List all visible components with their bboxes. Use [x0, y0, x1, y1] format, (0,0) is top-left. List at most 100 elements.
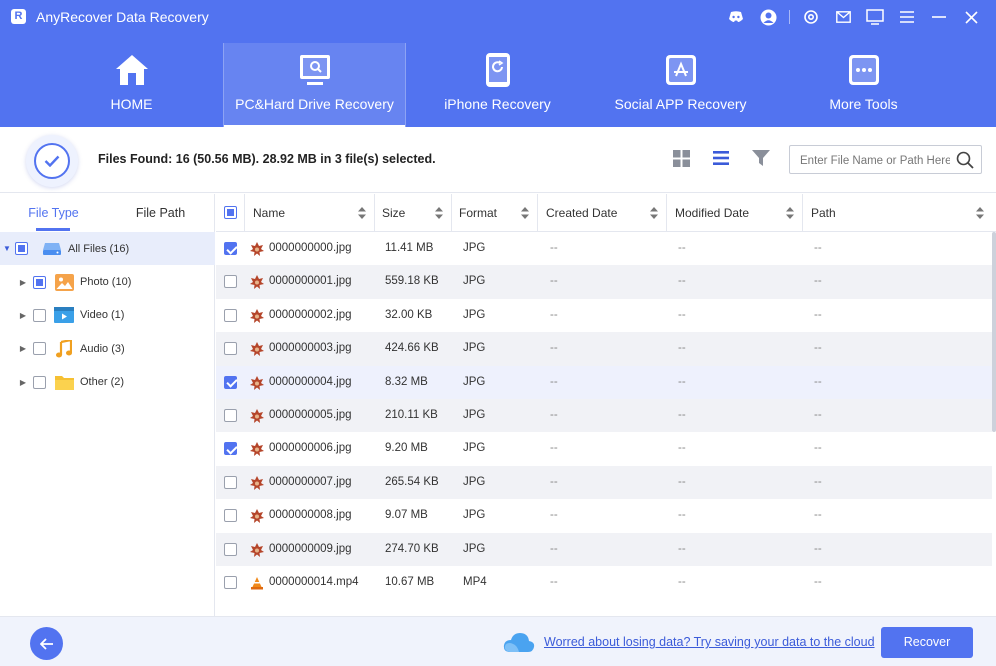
nav-tab-home[interactable]: HOME — [40, 43, 223, 127]
expand-arrow-icon[interactable]: ▶ — [19, 378, 27, 387]
close-icon[interactable] — [960, 6, 982, 28]
cell-modified: -- — [678, 408, 686, 421]
table-scrollbar[interactable] — [992, 232, 996, 432]
recover-button[interactable]: Recover — [881, 627, 973, 658]
tree-item-video[interactable]: ▶ Video (1) — [0, 299, 215, 332]
tree-checkbox[interactable] — [33, 342, 46, 356]
jpg-file-icon — [250, 275, 264, 290]
column-header-name[interactable]: Name — [245, 194, 375, 232]
row-checkbox[interactable] — [224, 542, 237, 556]
tree-item-label: Photo (10) — [80, 276, 132, 289]
photo-icon — [54, 273, 74, 291]
cell-format: MP4 — [463, 575, 487, 588]
filter-icon[interactable] — [750, 147, 772, 169]
expand-arrow-icon[interactable]: ▼ — [3, 244, 11, 253]
nav-tab-iphone-recovery[interactable]: iPhone Recovery — [406, 43, 589, 127]
table-row[interactable]: 0000000001.jpg 559.18 KB JPG -- -- -- — [216, 265, 992, 299]
jpg-file-icon — [250, 442, 264, 457]
table-row[interactable]: 0000000002.jpg 32.00 KB JPG -- -- -- — [216, 299, 992, 332]
table-row[interactable]: 0000000006.jpg 9.20 MB JPG -- -- -- — [216, 432, 992, 465]
column-header-path[interactable]: Path — [803, 194, 992, 232]
tree-item-photo[interactable]: ▶ Photo (10) — [0, 265, 215, 298]
table-row[interactable]: 0000000008.jpg 9.07 MB JPG -- -- -- — [216, 499, 992, 532]
row-checkbox[interactable] — [224, 242, 237, 255]
tab-file-type[interactable]: File Type — [0, 194, 107, 232]
tree-checkbox[interactable] — [33, 275, 46, 289]
tree-item-label: Audio (3) — [80, 342, 125, 355]
cell-path: -- — [814, 375, 822, 388]
nav-tab-more-tools[interactable]: More Tools — [772, 43, 955, 127]
row-checkbox[interactable] — [224, 275, 237, 289]
cell-size: 9.07 MB — [385, 509, 428, 522]
jpg-file-icon — [250, 342, 264, 357]
cell-size: 210.11 KB — [385, 408, 438, 421]
table-row[interactable]: 0000000009.jpg 274.70 KB JPG -- -- -- — [216, 532, 992, 566]
back-button[interactable] — [30, 627, 63, 660]
feedback-icon[interactable] — [864, 6, 886, 28]
nav-tab-social-app-recovery[interactable]: Social APP Recovery — [589, 43, 772, 127]
row-checkbox[interactable] — [224, 308, 237, 322]
cloud-backup-link[interactable]: Worred about losing data? Try saving you… — [544, 635, 875, 649]
expand-arrow-icon[interactable]: ▶ — [19, 344, 27, 353]
tree-item-other[interactable]: ▶ Other (2) — [0, 366, 215, 399]
column-header-size[interactable]: Size — [375, 194, 452, 232]
list-view-icon[interactable] — [710, 147, 732, 169]
row-checkbox[interactable] — [224, 442, 237, 456]
column-header-modified-date[interactable]: Modified Date — [667, 194, 803, 232]
cell-size: 10.67 MB — [385, 575, 435, 588]
table-row[interactable]: 0000000000.jpg 11.41 MB JPG -- -- -- — [216, 232, 992, 265]
table-row[interactable]: 0000000004.jpg 8.32 MB JPG -- -- -- — [216, 365, 992, 399]
audio-icon — [54, 339, 74, 358]
row-checkbox[interactable] — [224, 408, 237, 422]
row-checkbox[interactable] — [224, 575, 237, 589]
expand-arrow-icon[interactable]: ▶ — [19, 311, 27, 320]
cell-name: 0000000002.jpg — [269, 308, 352, 321]
cell-modified: -- — [678, 275, 686, 288]
grid-view-icon[interactable] — [670, 147, 692, 169]
search-input[interactable] — [800, 152, 950, 169]
tree-checkbox[interactable] — [33, 375, 46, 389]
column-header-created-date[interactable]: Created Date — [538, 194, 667, 232]
tree-item-label: Video (1) — [80, 309, 125, 322]
cell-format: JPG — [463, 475, 486, 488]
sort-icon — [786, 207, 794, 219]
table-row[interactable]: 0000000007.jpg 265.54 KB JPG -- -- -- — [216, 465, 992, 500]
search-field[interactable] — [789, 145, 982, 174]
cell-size: 424.66 KB — [385, 342, 439, 355]
folder-icon — [54, 373, 74, 391]
table-row[interactable]: 0000000005.jpg 210.11 KB JPG -- -- -- — [216, 398, 992, 433]
table-row[interactable]: 0000000003.jpg 424.66 KB JPG -- -- -- — [216, 332, 992, 366]
settings-icon[interactable] — [800, 6, 822, 28]
expand-arrow-icon[interactable]: ▶ — [19, 278, 27, 287]
nav-tab-pc-recovery[interactable]: PC&Hard Drive Recovery — [223, 43, 406, 127]
table-row[interactable]: 0000000014.mp4 10.67 MB MP4 -- -- -- — [216, 566, 992, 590]
cell-name: 0000000009.jpg — [269, 542, 352, 555]
menu-icon[interactable] — [896, 6, 918, 28]
row-checkbox[interactable] — [224, 475, 237, 489]
row-checkbox[interactable] — [224, 509, 237, 523]
scan-complete-badge — [26, 135, 78, 187]
tree-checkbox[interactable] — [33, 308, 46, 322]
tab-file-path[interactable]: File Path — [107, 194, 214, 232]
tree-item-all-files[interactable]: ▼ All Files (16) — [0, 232, 215, 266]
pc-recovery-icon — [298, 53, 332, 87]
mail-icon[interactable] — [832, 6, 854, 28]
search-icon[interactable] — [956, 151, 974, 169]
main-nav: HOME PC&Hard Drive Recovery iPhone Recov… — [40, 43, 955, 127]
cell-format: JPG — [463, 509, 486, 522]
cell-modified: -- — [678, 542, 686, 555]
cell-name: 0000000014.mp4 — [269, 575, 359, 588]
row-checkbox[interactable] — [224, 342, 237, 356]
tree-item-audio[interactable]: ▶ Audio (3) — [0, 332, 215, 365]
row-checkbox[interactable] — [224, 375, 237, 389]
cell-created: -- — [550, 509, 558, 522]
cell-created: -- — [550, 242, 558, 254]
minimize-icon[interactable] — [928, 6, 950, 28]
account-icon[interactable] — [757, 6, 779, 28]
cell-path: -- — [814, 275, 822, 288]
select-all-checkbox[interactable] — [224, 206, 237, 219]
cell-name: 0000000007.jpg — [269, 475, 352, 488]
discord-icon[interactable] — [725, 6, 747, 28]
column-header-format[interactable]: Format — [452, 194, 538, 232]
tree-checkbox[interactable] — [15, 242, 28, 256]
